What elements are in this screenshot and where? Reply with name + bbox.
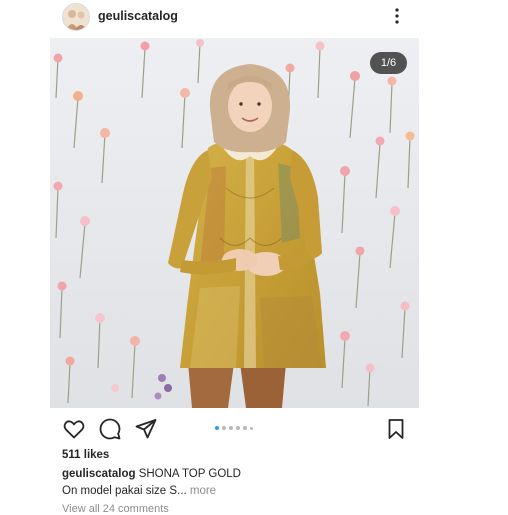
comments-preview-link[interactable]: View all 24 comments [62,503,169,515]
carousel-dot [222,426,226,430]
caption-text: SHONA TOP GOLD [138,468,241,480]
bookmark-icon[interactable] [384,417,408,441]
carousel-dot-active [215,426,219,430]
share-icon[interactable] [134,417,158,441]
avatar[interactable] [62,3,90,31]
likes-count[interactable]: 511 likes [62,449,109,461]
comment-icon[interactable] [98,417,122,441]
caption: geuliscatalog SHONA TOP GOLD [62,468,241,480]
carousel-dot [250,427,253,430]
post-actions [50,414,419,444]
more-vertical-icon[interactable] [391,6,403,26]
caption-username[interactable]: geuliscatalog [62,468,136,480]
carousel-dot [236,426,240,430]
caption-line2-text: On model pakai size S... [62,485,187,497]
caption-continued: On model pakai size S... more [62,485,216,497]
carousel-dot [243,426,247,430]
carousel-dot [229,426,233,430]
post-photo[interactable] [50,38,419,408]
more-link[interactable]: more [190,485,216,497]
photo-counter-badge: 1/6 [370,52,407,74]
post-username[interactable]: geuliscatalog [98,9,178,23]
post-header: geuliscatalog [0,0,508,34]
heart-icon[interactable] [62,417,86,441]
